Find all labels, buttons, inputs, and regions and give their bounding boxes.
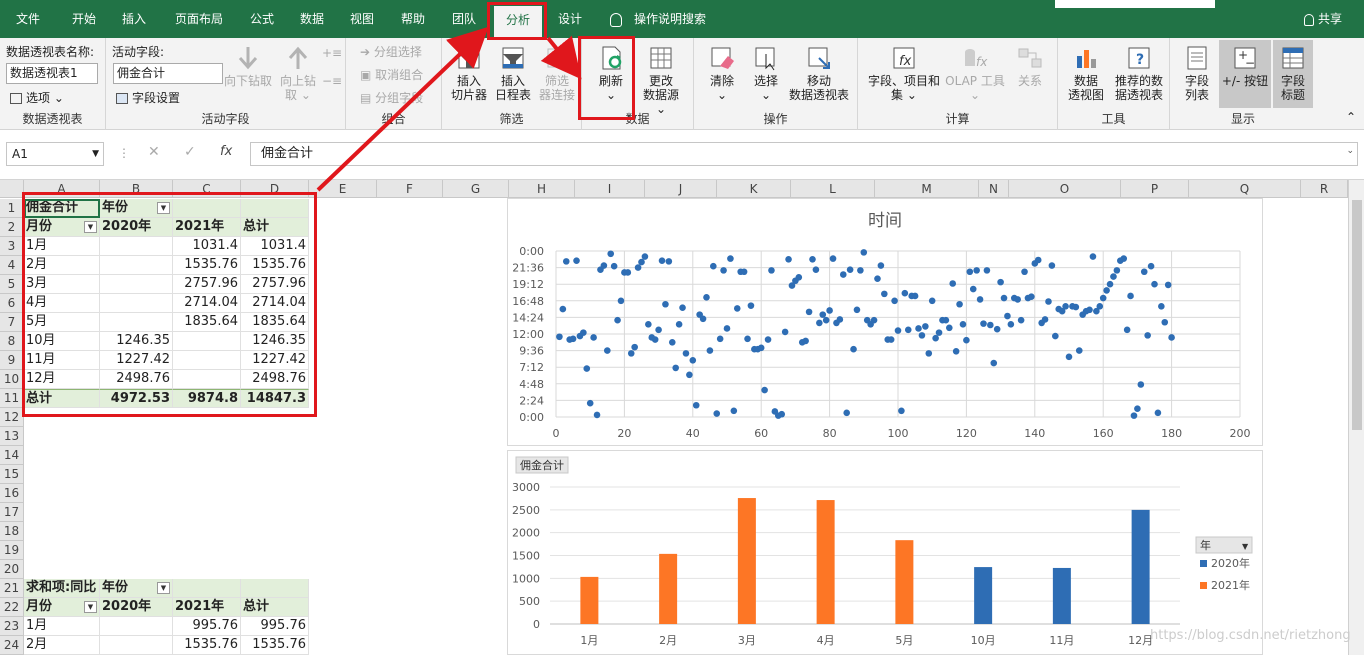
excel-window: 文件 开始 插入 页面布局 公式 数据 视图 帮助 团队 分析 设计 操作说明搜…	[0, 0, 1364, 655]
arrow-to-analyze-tab	[316, 26, 489, 192]
annotation-arrows	[316, 26, 582, 192]
arrow-to-refresh	[540, 35, 582, 80]
